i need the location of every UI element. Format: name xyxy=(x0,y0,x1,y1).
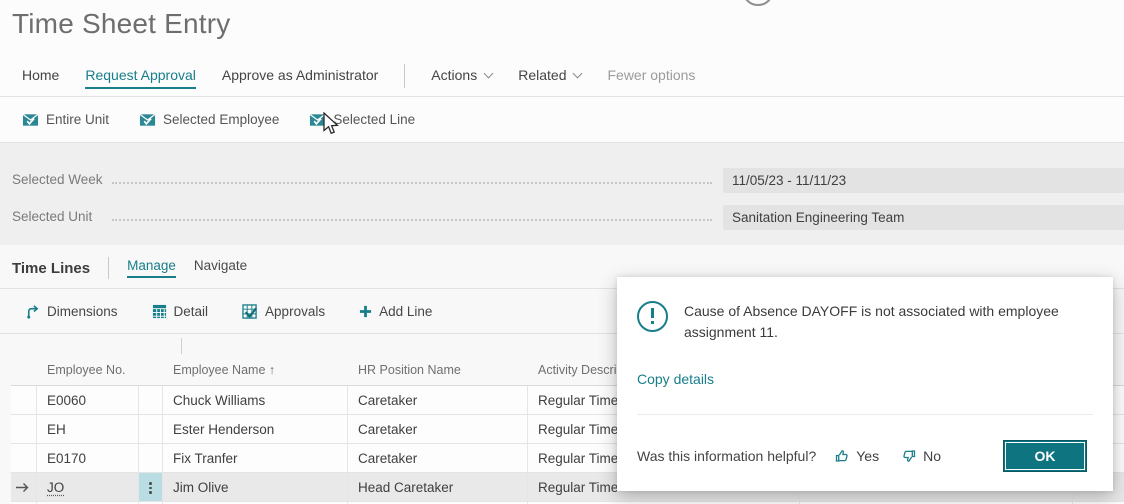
mouse-cursor xyxy=(322,112,341,143)
row-actions-cell[interactable] xyxy=(139,473,163,501)
plus-icon xyxy=(359,305,372,318)
add-line-button[interactable]: Add Line xyxy=(359,304,432,319)
divider xyxy=(637,414,1093,415)
row-selector[interactable] xyxy=(11,444,37,472)
dialog-message: Cause of Absence DAYOFF is not associate… xyxy=(684,301,1069,343)
info-icon xyxy=(637,301,668,332)
employee-name-cell[interactable]: Fix Tranfer xyxy=(163,444,348,472)
approvals-button[interactable]: Approvals xyxy=(242,304,325,319)
row-selector-header xyxy=(11,354,37,385)
current-row-indicator xyxy=(11,473,37,502)
tab-navigate[interactable]: Navigate xyxy=(194,258,247,278)
menu-home[interactable]: Home xyxy=(22,67,59,89)
dotted-leader xyxy=(112,182,712,184)
feedback-no-button[interactable]: No xyxy=(901,448,941,464)
hr-position-cell[interactable]: Caretaker xyxy=(348,444,528,472)
field-selected-unit: Selected Unit Sanitation Engineering Tea… xyxy=(0,205,1124,230)
info-dialog: Cause of Absence DAYOFF is not associate… xyxy=(617,277,1113,491)
approval-mail-icon xyxy=(139,113,156,127)
employee-name-cell[interactable]: Ester Henderson xyxy=(163,415,348,443)
row-actions-cell[interactable] xyxy=(139,386,163,414)
col-row-actions xyxy=(139,354,163,385)
menu-approve-as-administrator[interactable]: Approve as Administrator xyxy=(222,67,378,89)
selected-employee-button[interactable]: Selected Employee xyxy=(139,112,279,127)
menu-fewer-options[interactable]: Fewer options xyxy=(607,67,695,89)
row-actions-cell[interactable] xyxy=(139,415,163,443)
row-actions-cell[interactable] xyxy=(139,444,163,472)
col-employee-no[interactable]: Employee No. xyxy=(37,354,139,385)
dialog-footer: Was this information helpful? Yes No xyxy=(637,440,963,472)
detail-button[interactable]: Detail xyxy=(152,304,209,319)
vertical-ellipsis-icon xyxy=(139,473,162,494)
divider xyxy=(108,257,109,279)
tab-manage[interactable]: Manage xyxy=(127,258,176,278)
row-selector[interactable] xyxy=(11,415,37,443)
thumbs-down-icon xyxy=(901,448,917,464)
selected-week-value[interactable]: 11/05/23 - 11/11/23 xyxy=(723,168,1124,193)
detail-grid-icon xyxy=(152,304,167,319)
field-label: Selected Unit xyxy=(12,209,92,224)
chevron-down-icon xyxy=(573,69,583,79)
ribbon: Entire Unit Selected Employee Selected L… xyxy=(22,97,415,142)
menu-separator xyxy=(404,64,405,88)
divider xyxy=(0,142,1124,143)
field-selected-week: Selected Week 11/05/23 - 11/11/23 xyxy=(0,168,1124,193)
employee-name-cell[interactable]: Jim Olive xyxy=(163,473,348,501)
menubar: Home Request Approval Approve as Adminis… xyxy=(22,62,695,94)
employee-name-cell[interactable]: Chuck Williams xyxy=(163,386,348,414)
employee-no-cell[interactable]: E0170 xyxy=(37,444,139,472)
copy-details-link[interactable]: Copy details xyxy=(637,371,714,387)
hr-position-cell[interactable]: Head Caretaker xyxy=(348,473,528,501)
row-selector[interactable] xyxy=(11,386,37,414)
menu-request-approval[interactable]: Request Approval xyxy=(85,67,196,89)
entire-unit-button[interactable]: Entire Unit xyxy=(22,112,109,127)
thumbs-up-icon xyxy=(834,448,850,464)
field-label: Selected Week xyxy=(12,172,103,187)
page-title: Time Sheet Entry xyxy=(12,8,230,40)
dimensions-button[interactable]: Dimensions xyxy=(25,304,118,319)
selected-unit-value[interactable]: Sanitation Engineering Team xyxy=(723,205,1124,230)
feedback-yes-button[interactable]: Yes xyxy=(834,448,879,464)
col-employee-name[interactable]: Employee Name ↑ xyxy=(163,354,348,385)
menu-related[interactable]: Related xyxy=(518,67,581,89)
sort-ascending-icon: ↑ xyxy=(269,363,275,377)
feedback-question: Was this information helpful? xyxy=(637,448,816,464)
employee-no-cell[interactable]: JO xyxy=(37,473,139,501)
dimensions-branch-icon xyxy=(25,304,40,319)
hr-position-cell[interactable]: Caretaker xyxy=(348,386,528,414)
section-title: Time Lines xyxy=(12,260,90,277)
chevron-down-icon xyxy=(484,69,494,79)
grid-toolbar: Dimensions Detail Approvals Add Line xyxy=(25,296,432,326)
col-hr-position-name[interactable]: HR Position Name xyxy=(348,354,528,385)
hr-position-cell[interactable]: Caretaker xyxy=(348,415,528,443)
time-sheet-entry-page: Time Sheet Entry Home Request Approval A… xyxy=(0,0,1124,504)
approvals-grid-icon xyxy=(242,304,258,319)
ok-button[interactable]: OK xyxy=(1003,440,1087,472)
dotted-leader xyxy=(112,219,712,221)
employee-no-cell[interactable]: E0060 xyxy=(37,386,139,414)
menu-actions[interactable]: Actions xyxy=(431,67,492,89)
employee-no-cell[interactable]: EH xyxy=(37,415,139,443)
freeze-pane-line xyxy=(181,338,182,354)
approval-mail-icon xyxy=(22,113,39,127)
arrow-right-icon xyxy=(15,482,30,493)
time-lines-section-header: Time Lines Manage Navigate xyxy=(12,255,247,281)
